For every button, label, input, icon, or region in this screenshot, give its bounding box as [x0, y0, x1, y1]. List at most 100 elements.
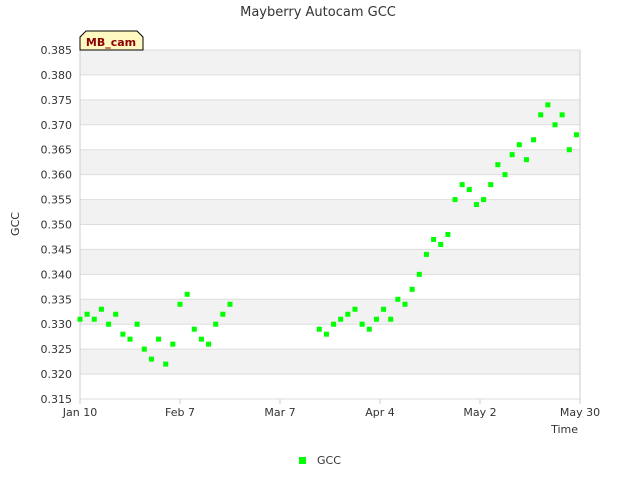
y-tick-label: 0.325 [41, 343, 73, 356]
y-tick-label: 0.330 [41, 318, 73, 331]
x-axis-ticks: Jan 10 Feb 7 Mar 7 Apr 4 May 2 May 30 [62, 399, 600, 419]
data-point [402, 301, 408, 307]
data-point [331, 321, 337, 327]
data-point [345, 311, 351, 317]
y-tick-label: 0.345 [41, 243, 73, 256]
data-point [98, 306, 104, 312]
data-point [316, 326, 322, 332]
plot-band [80, 249, 580, 275]
data-point [509, 152, 515, 158]
data-point [445, 231, 451, 237]
legend-swatch-gcc [299, 457, 306, 464]
site-tag: MB_cam [79, 30, 144, 51]
y-tick-label: 0.335 [41, 293, 73, 306]
x-tick-label: Jan 10 [62, 406, 97, 419]
plot-band [80, 274, 580, 300]
data-point [91, 316, 97, 322]
y-tick-label: 0.315 [41, 393, 73, 406]
legend: GCC [299, 454, 341, 467]
y-tick-label: 0.375 [41, 94, 73, 107]
y-tick-label: 0.340 [41, 268, 73, 281]
data-point [523, 157, 529, 163]
plot-band [80, 149, 580, 175]
data-point [191, 326, 197, 332]
chart: Mayberry Autocam GCC 0.315 0.320 0.325 0.33… [9, 5, 600, 467]
y-tick-label: 0.385 [41, 44, 73, 57]
data-point [381, 306, 387, 312]
data-point [352, 306, 358, 312]
y-axis-ticks: 0.315 0.320 0.325 0.330 0.335 0.340 0.345 0.350… [41, 44, 73, 406]
x-tick-label: Feb 7 [165, 406, 195, 419]
data-point [473, 202, 479, 208]
data-point [545, 102, 551, 108]
data-point [538, 112, 544, 118]
data-point [113, 311, 119, 317]
plot-band [80, 174, 580, 200]
data-point [359, 321, 365, 327]
data-point [184, 291, 190, 297]
plot-band [80, 324, 580, 350]
data-point [488, 182, 494, 188]
data-point [198, 336, 204, 342]
data-point [573, 132, 579, 138]
data-point [495, 162, 501, 168]
data-point [516, 142, 522, 148]
data-point [77, 316, 83, 322]
data-point [127, 336, 133, 342]
plot-band [80, 299, 580, 325]
y-tick-label: 0.370 [41, 119, 73, 132]
data-point [163, 361, 169, 367]
data-point [459, 182, 465, 188]
y-tick-label: 0.355 [41, 194, 73, 207]
data-point [177, 301, 183, 307]
y-tick-label: 0.365 [41, 144, 73, 157]
legend-label-gcc: GCC [317, 454, 341, 467]
x-tick-label: Apr 4 [365, 406, 395, 419]
plot-band [80, 124, 580, 150]
y-tick-label: 0.380 [41, 69, 73, 82]
data-point [213, 321, 219, 327]
data-point [156, 336, 162, 342]
data-point [559, 112, 565, 118]
data-point [438, 241, 444, 247]
data-point [170, 341, 176, 347]
plot-band [80, 224, 580, 250]
data-point [531, 137, 537, 143]
data-point [395, 296, 401, 302]
data-point [141, 346, 147, 352]
y-axis-label: GCC [9, 212, 22, 236]
y-tick-label: 0.360 [41, 169, 73, 182]
plot-band [80, 349, 580, 375]
data-point [148, 356, 154, 362]
plot-band [80, 50, 580, 75]
data-point [206, 341, 212, 347]
data-point [84, 311, 90, 317]
site-tag-label: MB_cam [86, 36, 136, 49]
y-tick-label: 0.320 [41, 368, 73, 381]
data-point [416, 271, 422, 277]
plot-band [80, 374, 580, 399]
data-point [423, 251, 429, 257]
data-point [373, 316, 379, 322]
x-tick-label: May 2 [463, 406, 496, 419]
data-point [552, 122, 558, 128]
data-point [502, 172, 508, 178]
data-point [106, 321, 112, 327]
data-point [452, 197, 458, 203]
data-point [388, 316, 394, 322]
y-tick-label: 0.350 [41, 219, 73, 232]
data-point [220, 311, 226, 317]
data-point [338, 316, 344, 322]
x-tick-label: May 30 [560, 406, 600, 419]
plot-band [80, 99, 580, 125]
x-axis-label: Time [550, 423, 578, 436]
data-point [431, 236, 437, 242]
data-point [323, 331, 329, 337]
data-point [481, 197, 487, 203]
plot-band [80, 199, 580, 225]
data-point [227, 301, 233, 307]
data-point [366, 326, 372, 332]
data-point [566, 147, 572, 153]
data-point [134, 321, 140, 327]
chart-title: Mayberry Autocam GCC [240, 5, 396, 20]
